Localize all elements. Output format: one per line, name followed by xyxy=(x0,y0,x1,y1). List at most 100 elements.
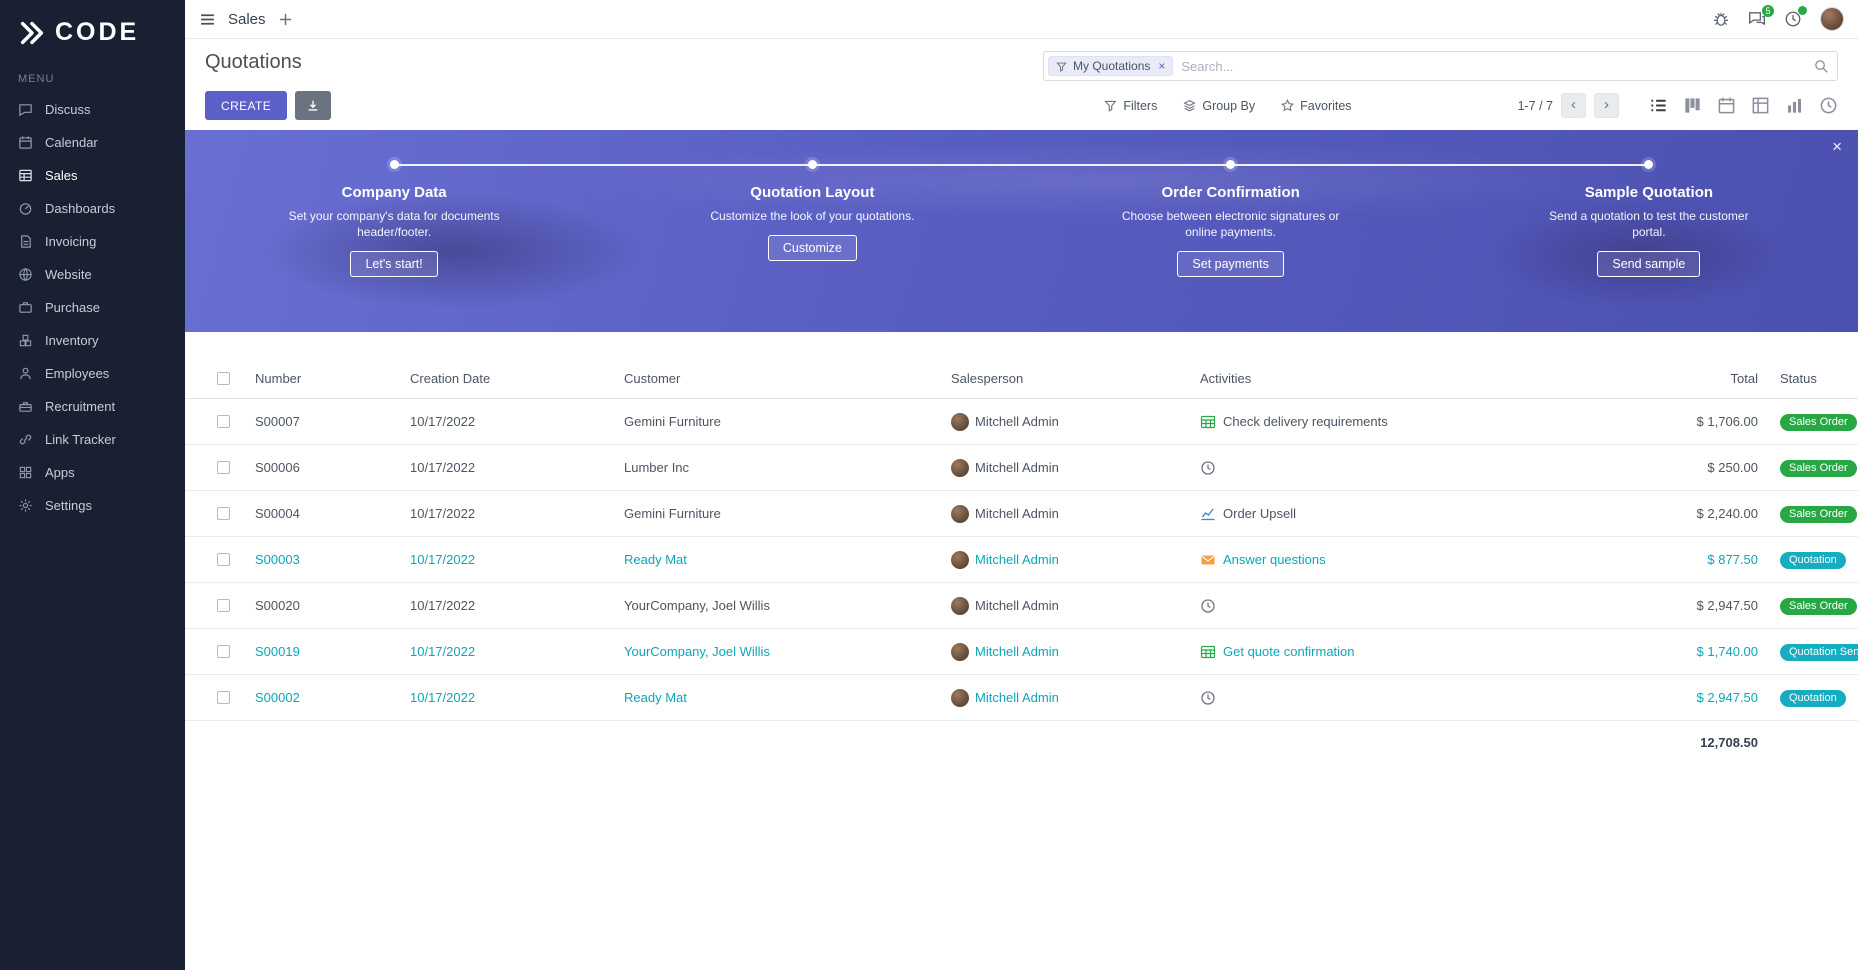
cell-salesperson: Mitchell Admin xyxy=(947,505,1196,523)
row-checkbox[interactable] xyxy=(217,599,230,612)
column-header-creation-date[interactable]: Creation Date xyxy=(406,371,620,386)
debug-icon[interactable] xyxy=(1712,10,1730,28)
row-checkbox[interactable] xyxy=(217,645,230,658)
sidebar-item-recruitment[interactable]: Recruitment xyxy=(0,390,185,423)
row-checkbox[interactable] xyxy=(217,507,230,520)
sidebar-item-purchase[interactable]: Purchase xyxy=(0,291,185,324)
clock-icon xyxy=(1200,460,1216,476)
messages-icon[interactable]: 5 xyxy=(1748,10,1766,28)
customize-button[interactable]: Customize xyxy=(768,235,857,261)
row-checkbox[interactable] xyxy=(217,461,230,474)
salesperson-avatar xyxy=(951,689,969,707)
table-row[interactable]: S00020 10/17/2022 YourCompany, Joel Will… xyxy=(185,583,1858,629)
sidebar: CODE MENU Discuss Calendar Sales Dashboa… xyxy=(0,0,185,970)
set-payments-button[interactable]: Set payments xyxy=(1177,251,1283,277)
column-header-status[interactable]: Status xyxy=(1766,371,1858,386)
column-header-number[interactable]: Number xyxy=(251,371,406,386)
pager-next-button[interactable]: › xyxy=(1594,93,1619,118)
create-button[interactable]: CREATE xyxy=(205,91,287,120)
status-badge: Quotation xyxy=(1780,552,1846,569)
logo-icon xyxy=(18,19,46,47)
salesperson-avatar xyxy=(951,459,969,477)
search-bar[interactable]: My Quotations × xyxy=(1043,51,1838,81)
sidebar-item-dashboards[interactable]: Dashboards xyxy=(0,192,185,225)
column-header-activities[interactable]: Activities xyxy=(1196,371,1616,386)
table-row[interactable]: S00002 10/17/2022 Ready Mat Mitchell Adm… xyxy=(185,675,1858,721)
activities-clock-icon[interactable] xyxy=(1784,10,1802,28)
column-header-customer[interactable]: Customer xyxy=(620,371,947,386)
sidebar-item-employees[interactable]: Employees xyxy=(0,357,185,390)
view-graph-button[interactable] xyxy=(1785,96,1804,115)
pager: 1-7 / 7 ‹ › xyxy=(1518,93,1619,118)
view-activity-button[interactable] xyxy=(1819,96,1838,115)
cell-customer: Ready Mat xyxy=(620,690,947,705)
hamburger-menu-icon[interactable] xyxy=(199,11,216,28)
clock-icon xyxy=(1200,598,1216,614)
cell-creation-date: 10/17/2022 xyxy=(406,690,620,705)
cell-activities[interactable] xyxy=(1196,598,1616,614)
cell-total: $ 2,947.50 xyxy=(1616,690,1766,705)
employees-icon xyxy=(18,366,34,382)
favorites-button[interactable]: Favorites xyxy=(1281,99,1351,113)
facet-remove-icon[interactable]: × xyxy=(1158,59,1165,73)
plus-icon[interactable] xyxy=(278,12,293,27)
chart-icon xyxy=(1200,506,1216,522)
sales-icon xyxy=(18,168,34,184)
discuss-icon xyxy=(18,102,34,118)
send-sample-button[interactable]: Send sample xyxy=(1597,251,1700,277)
app-title[interactable]: Sales xyxy=(228,11,266,28)
pager-previous-button[interactable]: ‹ xyxy=(1561,93,1586,118)
view-kanban-button[interactable] xyxy=(1683,96,1702,115)
sidebar-item-discuss[interactable]: Discuss xyxy=(0,93,185,126)
filter-funnel-icon xyxy=(1056,61,1067,72)
row-checkbox[interactable] xyxy=(217,553,230,566)
sidebar-item-apps[interactable]: Apps xyxy=(0,456,185,489)
brand-logo[interactable]: CODE xyxy=(0,0,185,55)
sidebar-item-sales[interactable]: Sales xyxy=(0,159,185,192)
group-by-button[interactable]: Group By xyxy=(1183,99,1255,113)
sidebar-item-calendar[interactable]: Calendar xyxy=(0,126,185,159)
sidebar-item-settings[interactable]: Settings xyxy=(0,489,185,522)
cell-activities[interactable]: Check delivery requirements xyxy=(1196,414,1616,430)
table-footer-row: 12,708.50 xyxy=(185,721,1858,763)
search-icon[interactable] xyxy=(1814,59,1829,74)
sidebar-item-website[interactable]: Website xyxy=(0,258,185,291)
table-row[interactable]: S00007 10/17/2022 Gemini Furniture Mitch… xyxy=(185,399,1858,445)
export-button[interactable] xyxy=(295,91,331,120)
cell-activities[interactable]: Order Upsell xyxy=(1196,506,1616,522)
app-window: CODE MENU Discuss Calendar Sales Dashboa… xyxy=(0,0,1858,970)
sidebar-item-link-tracker[interactable]: Link Tracker xyxy=(0,423,185,456)
onboarding-step-quotation-layout: Quotation Layout Customize the look of y… xyxy=(603,160,1021,332)
cell-number: S00006 xyxy=(251,460,406,475)
row-checkbox[interactable] xyxy=(217,415,230,428)
user-avatar[interactable] xyxy=(1820,7,1844,31)
cell-activities[interactable]: Answer questions xyxy=(1196,552,1616,568)
salesperson-avatar xyxy=(951,413,969,431)
view-calendar-button[interactable] xyxy=(1717,96,1736,115)
table-row[interactable]: S00019 10/17/2022 YourCompany, Joel Will… xyxy=(185,629,1858,675)
menu-section-label: MENU xyxy=(0,55,185,93)
step-dot xyxy=(390,160,399,169)
facet-label: My Quotations xyxy=(1073,59,1150,73)
sidebar-item-inventory[interactable]: Inventory xyxy=(0,324,185,357)
table-row[interactable]: S00006 10/17/2022 Lumber Inc Mitchell Ad… xyxy=(185,445,1858,491)
search-facet-my-quotations[interactable]: My Quotations × xyxy=(1048,56,1173,76)
lets-start-button[interactable]: Let's start! xyxy=(350,251,437,277)
cell-customer: YourCompany, Joel Willis xyxy=(620,598,947,613)
cell-number: S00020 xyxy=(251,598,406,613)
column-header-salesperson[interactable]: Salesperson xyxy=(947,371,1196,386)
view-list-button[interactable] xyxy=(1649,96,1668,115)
table-row[interactable]: S00004 10/17/2022 Gemini Furniture Mitch… xyxy=(185,491,1858,537)
cell-activities[interactable] xyxy=(1196,690,1616,706)
sidebar-item-invoicing[interactable]: Invoicing xyxy=(0,225,185,258)
search-input[interactable] xyxy=(1173,59,1814,74)
table-row[interactable]: S00003 10/17/2022 Ready Mat Mitchell Adm… xyxy=(185,537,1858,583)
row-checkbox[interactable] xyxy=(217,691,230,704)
filters-button[interactable]: Filters xyxy=(1104,99,1157,113)
cell-creation-date: 10/17/2022 xyxy=(406,552,620,567)
cell-activities[interactable] xyxy=(1196,460,1616,476)
select-all-checkbox[interactable] xyxy=(217,372,230,385)
column-header-total[interactable]: Total xyxy=(1616,371,1766,386)
cell-activities[interactable]: Get quote confirmation xyxy=(1196,644,1616,660)
view-pivot-button[interactable] xyxy=(1751,96,1770,115)
